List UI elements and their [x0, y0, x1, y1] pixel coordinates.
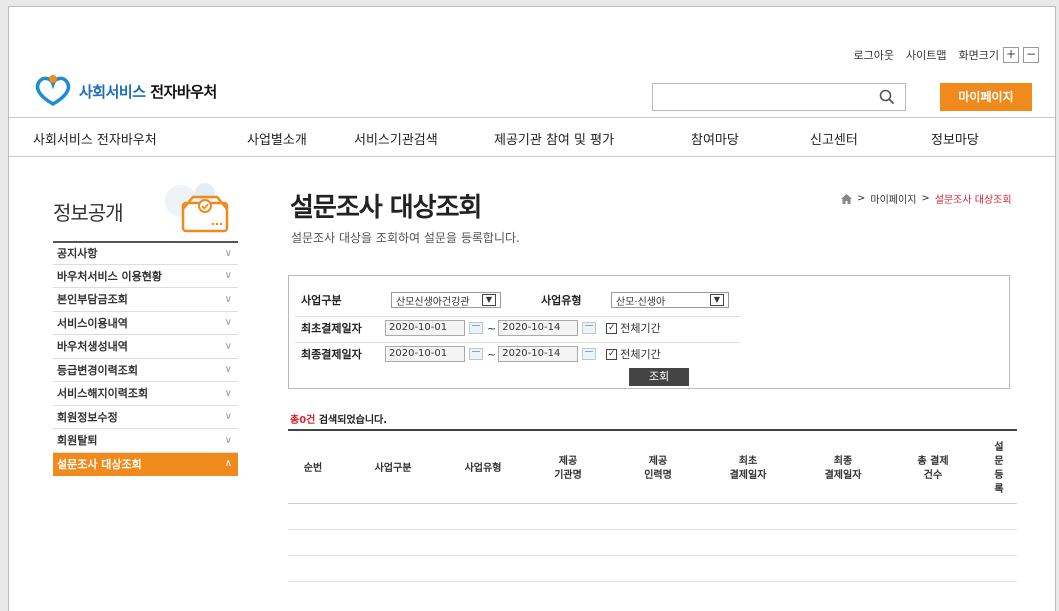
sidebar-menu: 공지사항 ∨ 바우처서비스 이용현황 ∨ 본인부담금조회 ∨ 서비스이용내역 ∨ 바우처…	[53, 241, 238, 476]
column-header-agency: 제공 기관명	[554, 455, 582, 481]
first-pay-to-input[interactable]: 2020-10-14	[498, 320, 579, 336]
chevron-down-icon: ∨	[224, 364, 232, 376]
breadcrumb-separator: >	[921, 193, 930, 204]
table-row	[288, 556, 1017, 582]
result-summary: 총0건 검색되었습니다.	[290, 411, 387, 426]
zoom-label: 화면크기	[958, 49, 999, 62]
chevron-down-icon: ∨	[224, 411, 232, 423]
utility-bar: 로그아웃 사이트맵 화면크기 + −	[854, 47, 1039, 63]
site-search	[652, 83, 906, 111]
chevron-down-icon: ∨	[224, 434, 232, 446]
chevron-down-icon: ∨	[224, 340, 232, 352]
calendar-icon[interactable]	[582, 322, 597, 334]
sidebar-item-grade-history[interactable]: 등급변경이력조회 ∨	[53, 359, 238, 382]
site-logo[interactable]: 사회서비스 전자바우처	[33, 74, 217, 108]
dropdown-arrow-icon: ▼	[482, 294, 496, 306]
chevron-down-icon: ∨	[224, 247, 232, 259]
column-header-business-type: 사업구분	[374, 462, 412, 474]
filter-row-business: 사업구분 산모신생아건강관 ▼ 사업유형 산모·신생아 ▼	[301, 292, 729, 308]
table-row	[288, 530, 1017, 556]
sidebar-item-profile-edit[interactable]: 회원정보수정 ∨	[53, 406, 238, 429]
zoom-in-button[interactable]: +	[1003, 47, 1019, 63]
search-input[interactable]	[653, 84, 873, 110]
chevron-up-icon: ∧	[224, 458, 232, 470]
mypage-button[interactable]: 마이페이지	[940, 83, 1032, 111]
nav-item-voucher[interactable]: 사회서비스 전자바우처	[33, 129, 157, 148]
browser-page: 로그아웃 사이트맵 화면크기 + − 사회서비스 전자바우처 마이페이지 사회서…	[8, 6, 1056, 611]
search-button[interactable]: 조회	[629, 368, 689, 386]
column-header-pay-count: 총 결제 건수	[917, 455, 949, 481]
column-header-first-pay: 최초 결제일자	[729, 455, 767, 481]
dropdown-arrow-icon: ▼	[710, 294, 724, 306]
column-header-business-kind: 사업유형	[464, 462, 502, 474]
nav-item-business-intro[interactable]: 사업별소개	[247, 129, 307, 148]
sidebar-item-voucher-creation[interactable]: 바우처생성내역 ∨	[53, 335, 238, 359]
last-pay-from-input[interactable]: 2020-10-01	[385, 346, 465, 362]
sidebar-item-notice[interactable]: 공지사항 ∨	[53, 241, 238, 265]
sidebar-item-cancel-history[interactable]: 서비스해지이력조회 ∨	[53, 382, 238, 406]
result-count: 총0건	[290, 415, 316, 426]
table-header: 순번 사업구분 사업유형 제공 기관명 제공 인력명 최초 결제일자 최종 결제…	[288, 429, 1017, 504]
sidebar-item-withdraw[interactable]: 회원탈퇴 ∨	[53, 429, 238, 453]
first-pay-all-period-checkbox[interactable]: ✓	[606, 322, 618, 334]
sidebar-title: 정보공개	[53, 201, 124, 225]
date-tilde: ~	[487, 347, 497, 361]
sidebar-item-copay[interactable]: 본인부담금조회 ∨	[53, 288, 238, 312]
business-kind-select[interactable]: 산모·신생아 ▼	[611, 292, 729, 308]
sitemap-link[interactable]: 사이트맵	[906, 47, 946, 63]
calendar-icon[interactable]	[582, 348, 597, 360]
sidebar-item-voucher-usage[interactable]: 바우처서비스 이용현황 ∨	[53, 265, 238, 288]
filter-row-last-pay: 최종결제일자 2020-10-01 ~ 2020-10-14 ✓ 전체기간	[301, 346, 661, 362]
filter-row-first-pay: 최초결제일자 2020-10-01 ~ 2020-10-14 ✓ 전체기간	[301, 320, 661, 336]
last-pay-label: 최종결제일자	[301, 348, 362, 361]
table-row	[288, 504, 1017, 530]
sidebar-item-survey[interactable]: 설문조사 대상조회 ∧	[53, 452, 238, 476]
main-navigation: 사회서비스 전자바우처 사업별소개 서비스기관검색 제공기관 참여 및 평가 참…	[9, 117, 1055, 157]
business-kind-label: 사업유형	[541, 294, 582, 307]
chevron-down-icon: ∨	[224, 270, 232, 282]
last-pay-to-input[interactable]: 2020-10-14	[498, 346, 579, 362]
last-pay-all-period-checkbox[interactable]: ✓	[606, 348, 618, 360]
result-suffix: 검색되었습니다.	[315, 415, 388, 426]
first-pay-all-period-label: 전체기간	[620, 322, 661, 335]
page-title: 설문조사 대상조회	[290, 193, 482, 223]
nav-item-participation[interactable]: 참여마당	[691, 129, 739, 148]
search-filter-panel: 사업구분 산모신생아건강관 ▼ 사업유형 산모·신생아 ▼ 최초결제일자 2020-…	[288, 275, 1010, 389]
sidebar-item-service-history[interactable]: 서비스이용내역 ∨	[53, 312, 238, 335]
chevron-down-icon: ∨	[224, 317, 232, 329]
calendar-icon[interactable]	[469, 348, 483, 360]
first-pay-from-input[interactable]: 2020-10-01	[385, 320, 465, 336]
column-header-no: 순번	[303, 462, 323, 474]
results-table: 순번 사업구분 사업유형 제공 기관명 제공 인력명 최초 결제일자 최종 결제…	[288, 429, 1017, 582]
first-pay-label: 최초결제일자	[301, 322, 362, 335]
date-tilde: ~	[487, 321, 497, 335]
breadcrumb-current: 설문조사 대상조회	[934, 195, 1012, 206]
logo-text-secondary: 전자바우처	[150, 82, 217, 101]
calendar-icon[interactable]	[469, 322, 483, 334]
breadcrumb: > 마이페이지 > 설문조사 대상조회	[841, 191, 1012, 206]
info-box-icon	[165, 183, 229, 233]
breadcrumb-mypage[interactable]: 마이페이지	[870, 191, 916, 206]
nav-item-info[interactable]: 정보마당	[931, 129, 979, 148]
breadcrumb-separator: >	[857, 193, 866, 204]
zoom-control: 화면크기 + −	[959, 47, 1039, 63]
logo-text-primary: 사회서비스	[79, 82, 146, 101]
business-type-label: 사업구분	[301, 294, 342, 307]
page-description: 설문조사 대상을 조회하여 설문을 등록합니다.	[291, 231, 520, 245]
column-header-provider: 제공 인력명	[644, 455, 672, 481]
heart-logo-icon	[35, 75, 71, 107]
column-header-last-pay: 최종 결제일자	[824, 455, 862, 481]
zoom-out-button[interactable]: −	[1023, 47, 1039, 63]
chevron-down-icon: ∨	[224, 293, 232, 305]
nav-item-agency-search[interactable]: 서비스기관검색	[354, 129, 438, 148]
column-header-survey-register: 설 문 등 록	[994, 441, 1004, 495]
last-pay-all-period-label: 전체기간	[620, 348, 661, 361]
search-icon[interactable]	[879, 89, 895, 105]
logout-link[interactable]: 로그아웃	[854, 47, 894, 63]
nav-item-report-center[interactable]: 신고센터	[810, 129, 858, 148]
chevron-down-icon: ∨	[224, 387, 232, 399]
business-type-select[interactable]: 산모신생아건강관 ▼	[391, 292, 501, 308]
home-icon[interactable]	[841, 193, 852, 204]
nav-item-agency-evaluation[interactable]: 제공기관 참여 및 평가	[494, 129, 614, 148]
